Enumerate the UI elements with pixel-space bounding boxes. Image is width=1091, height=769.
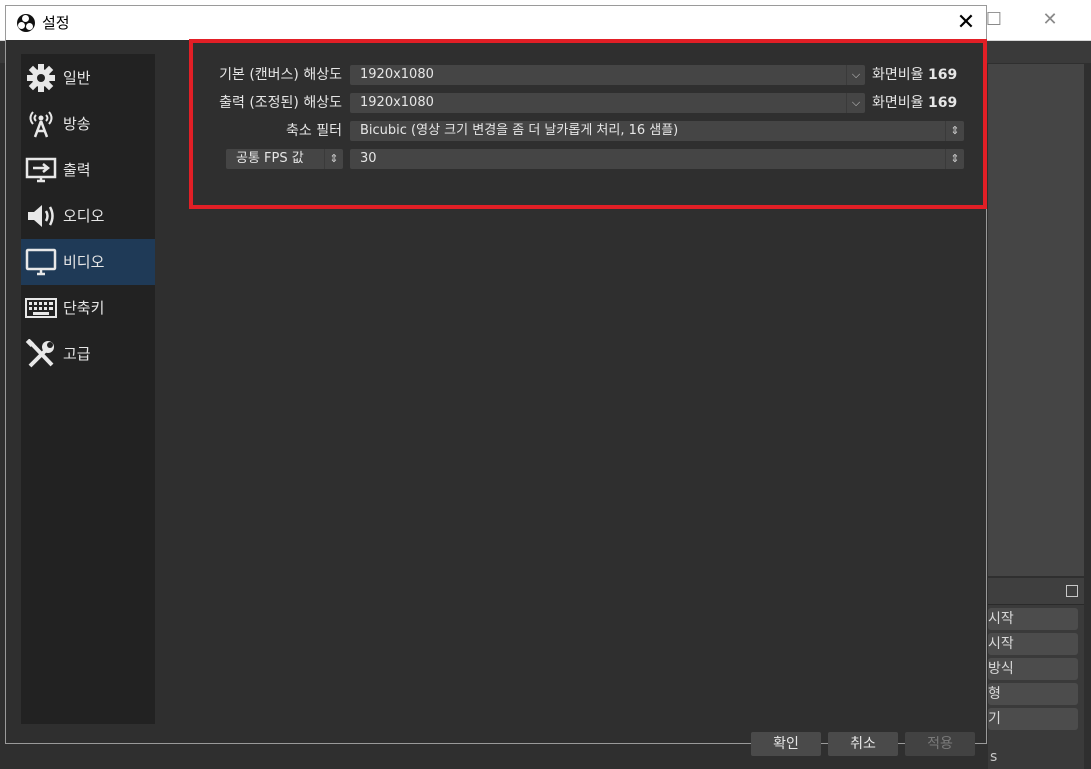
preview-area [988,64,1084,576]
sidebar-item-general[interactable]: 일반 [21,55,155,101]
settings-button[interactable]: 형 [988,683,1078,705]
exit-button[interactable]: 기 [988,708,1078,730]
sidebar-item-label: 고급 [63,345,91,363]
status-bar-text: s [990,749,998,765]
sidebar-item-label: 단축키 [63,299,105,317]
start-recording-button[interactable]: 시작 [988,633,1078,655]
dialog-title: 설정 [42,14,70,32]
sidebar-item-audio[interactable]: 오디오 [21,193,155,239]
obs-logo-icon [17,14,35,32]
close-button[interactable]: ✕ [1030,6,1070,34]
studio-mode-button[interactable]: 방식 [988,658,1078,680]
speaker-icon [28,205,54,227]
controls-dock-header [988,578,1084,605]
sidebar-item-label: 비디오 [63,253,105,271]
sidebar-item-label: 방송 [63,115,91,133]
close-icon[interactable]: ✕ [946,8,986,38]
sidebar-item-label: 일반 [63,69,91,87]
dock-float-icon[interactable] [1066,585,1078,597]
cancel-button[interactable]: 취소 [828,732,898,756]
sidebar-item-label: 오디오 [63,207,105,225]
highlight-annotation-box [189,39,987,209]
controls-dock: 시작 시작 방식 형 기 [988,578,1084,769]
settings-sidebar: 일반 방송 출력 오디오 비디오 단축키 고급 [21,54,155,724]
sidebar-item-label: 출력 [63,161,91,179]
tools-icon [25,339,54,368]
dialog-titlebar: 설정 ✕ [6,6,986,40]
output-monitor-icon [25,157,57,183]
apply-button[interactable]: 적용 [905,732,975,756]
sidebar-item-video[interactable]: 비디오 [21,239,155,285]
broadcast-antenna-icon [29,111,53,138]
start-streaming-button[interactable]: 시작 [988,608,1078,630]
sidebar-item-advanced[interactable]: 고급 [21,331,155,377]
monitor-icon [25,248,57,276]
gear-icon [27,64,55,92]
sidebar-item-output[interactable]: 출력 [21,147,155,193]
sidebar-item-stream[interactable]: 방송 [21,101,155,147]
keyboard-icon [25,298,57,318]
ok-button[interactable]: 확인 [751,732,821,756]
sidebar-item-hotkeys[interactable]: 단축키 [21,285,155,331]
